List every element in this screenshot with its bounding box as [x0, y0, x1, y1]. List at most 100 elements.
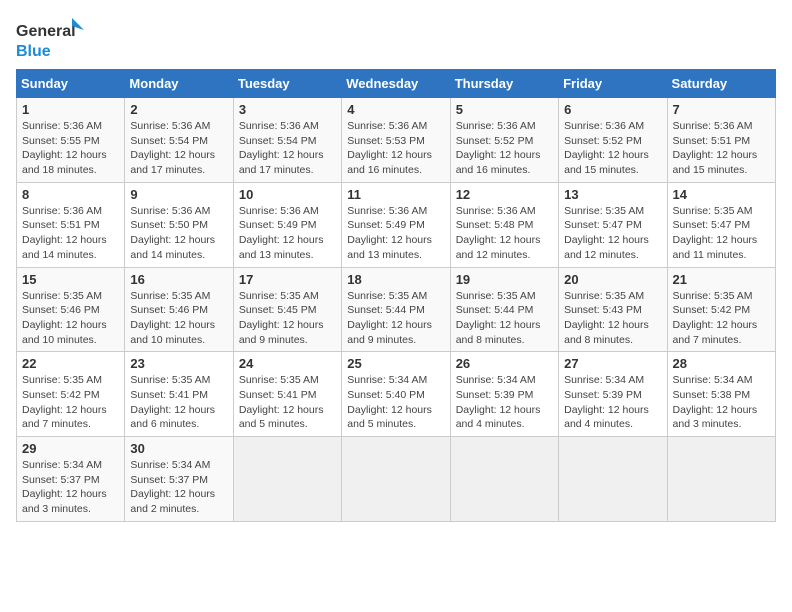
day-detail: Sunrise: 5:36 AM Sunset: 5:54 PM Dayligh… — [239, 119, 336, 178]
day-detail: Sunrise: 5:35 AM Sunset: 5:44 PM Dayligh… — [456, 289, 553, 348]
week-row-5: 29 Sunrise: 5:34 AM Sunset: 5:37 PM Dayli… — [17, 437, 776, 522]
calendar-cell: 7Sunrise: 5:36 AM Sunset: 5:51 PM Daylig… — [667, 98, 775, 183]
day-number: 23 — [130, 356, 227, 371]
calendar-cell: 10 Sunrise: 5:36 AM Sunset: 5:49 PM Dayli… — [233, 182, 341, 267]
svg-text:General: General — [16, 23, 76, 40]
calendar-cell: 26 Sunrise: 5:34 AM Sunset: 5:39 PM Dayli… — [450, 352, 558, 437]
calendar-cell: 28 Sunrise: 5:34 AM Sunset: 5:38 PM Dayli… — [667, 352, 775, 437]
day-number: 13 — [564, 187, 661, 202]
day-detail: Sunrise: 5:35 AM Sunset: 5:41 PM Dayligh… — [239, 373, 336, 432]
calendar-cell: 22 Sunrise: 5:35 AM Sunset: 5:42 PM Dayli… — [17, 352, 125, 437]
calendar-cell: 12Sunrise: 5:36 AM Sunset: 5:48 PM Dayli… — [450, 182, 558, 267]
day-detail: Sunrise: 5:36 AM Sunset: 5:48 PM Dayligh… — [456, 204, 553, 263]
day-number: 26 — [456, 356, 553, 371]
day-detail: Sunrise: 5:36 AM Sunset: 5:51 PM Dayligh… — [22, 204, 119, 263]
day-detail: Sunrise: 5:35 AM Sunset: 5:41 PM Dayligh… — [130, 373, 227, 432]
calendar-cell: 5 Sunrise: 5:36 AM Sunset: 5:52 PM Daylig… — [450, 98, 558, 183]
calendar-cell: 11 Sunrise: 5:36 AM Sunset: 5:49 PM Dayli… — [342, 182, 450, 267]
day-detail: Sunrise: 5:36 AM Sunset: 5:52 PM Dayligh… — [564, 119, 661, 178]
calendar-cell: 29 Sunrise: 5:34 AM Sunset: 5:37 PM Dayli… — [17, 437, 125, 522]
day-detail: Sunrise: 5:34 AM Sunset: 5:39 PM Dayligh… — [456, 373, 553, 432]
day-number: 1 — [22, 102, 119, 117]
day-number: 10 — [239, 187, 336, 202]
svg-text:Blue: Blue — [16, 43, 51, 60]
calendar-cell: 20 Sunrise: 5:35 AM Sunset: 5:43 PM Dayli… — [559, 267, 667, 352]
week-row-3: 15Sunrise: 5:35 AM Sunset: 5:46 PM Dayli… — [17, 267, 776, 352]
logo: General Blue — [16, 16, 86, 61]
day-number: 8 — [22, 187, 119, 202]
day-number: 22 — [22, 356, 119, 371]
day-number: 27 — [564, 356, 661, 371]
calendar-cell: 13 Sunrise: 5:35 AM Sunset: 5:47 PM Dayli… — [559, 182, 667, 267]
day-detail: Sunrise: 5:35 AM Sunset: 5:47 PM Dayligh… — [564, 204, 661, 263]
calendar-cell — [342, 437, 450, 522]
week-row-4: 22 Sunrise: 5:35 AM Sunset: 5:42 PM Dayli… — [17, 352, 776, 437]
day-detail: Sunrise: 5:35 AM Sunset: 5:44 PM Dayligh… — [347, 289, 444, 348]
day-number: 21 — [673, 272, 770, 287]
day-detail: Sunrise: 5:35 AM Sunset: 5:43 PM Dayligh… — [564, 289, 661, 348]
day-number: 18 — [347, 272, 444, 287]
calendar-cell: 3 Sunrise: 5:36 AM Sunset: 5:54 PM Daylig… — [233, 98, 341, 183]
day-detail: Sunrise: 5:36 AM Sunset: 5:49 PM Dayligh… — [239, 204, 336, 263]
calendar-cell: 23 Sunrise: 5:35 AM Sunset: 5:41 PM Dayli… — [125, 352, 233, 437]
header-cell-friday: Friday — [559, 70, 667, 98]
calendar-cell: 24 Sunrise: 5:35 AM Sunset: 5:41 PM Dayli… — [233, 352, 341, 437]
calendar-cell: 17Sunrise: 5:35 AM Sunset: 5:45 PM Dayli… — [233, 267, 341, 352]
day-detail: Sunrise: 5:34 AM Sunset: 5:38 PM Dayligh… — [673, 373, 770, 432]
calendar-cell: 9Sunrise: 5:36 AM Sunset: 5:50 PM Daylig… — [125, 182, 233, 267]
day-number: 16 — [130, 272, 227, 287]
day-number: 25 — [347, 356, 444, 371]
day-number: 24 — [239, 356, 336, 371]
calendar-cell: 19 Sunrise: 5:35 AM Sunset: 5:44 PM Dayli… — [450, 267, 558, 352]
day-detail: Sunrise: 5:34 AM Sunset: 5:37 PM Dayligh… — [130, 458, 227, 517]
calendar-header: SundayMondayTuesdayWednesdayThursdayFrid… — [17, 70, 776, 98]
header-cell-thursday: Thursday — [450, 70, 558, 98]
header-cell-monday: Monday — [125, 70, 233, 98]
calendar-cell: 25 Sunrise: 5:34 AM Sunset: 5:40 PM Dayli… — [342, 352, 450, 437]
calendar-table: SundayMondayTuesdayWednesdayThursdayFrid… — [16, 69, 776, 522]
logo-svg: General Blue — [16, 16, 86, 61]
week-row-1: 1 Sunrise: 5:36 AM Sunset: 5:55 PM Daylig… — [17, 98, 776, 183]
header-cell-saturday: Saturday — [667, 70, 775, 98]
header-cell-tuesday: Tuesday — [233, 70, 341, 98]
header: General Blue — [16, 16, 776, 61]
day-detail: Sunrise: 5:36 AM Sunset: 5:51 PM Dayligh… — [673, 119, 770, 178]
calendar-cell: 15Sunrise: 5:35 AM Sunset: 5:46 PM Dayli… — [17, 267, 125, 352]
calendar-cell: 18 Sunrise: 5:35 AM Sunset: 5:44 PM Dayli… — [342, 267, 450, 352]
day-number: 5 — [456, 102, 553, 117]
day-number: 19 — [456, 272, 553, 287]
calendar-cell: 14Sunrise: 5:35 AM Sunset: 5:47 PM Dayli… — [667, 182, 775, 267]
day-number: 3 — [239, 102, 336, 117]
day-detail: Sunrise: 5:36 AM Sunset: 5:55 PM Dayligh… — [22, 119, 119, 178]
day-detail: Sunrise: 5:35 AM Sunset: 5:42 PM Dayligh… — [22, 373, 119, 432]
day-detail: Sunrise: 5:34 AM Sunset: 5:40 PM Dayligh… — [347, 373, 444, 432]
day-number: 30 — [130, 441, 227, 456]
day-detail: Sunrise: 5:36 AM Sunset: 5:50 PM Dayligh… — [130, 204, 227, 263]
calendar-cell: 2Sunrise: 5:36 AM Sunset: 5:54 PM Daylig… — [125, 98, 233, 183]
day-number: 28 — [673, 356, 770, 371]
header-cell-wednesday: Wednesday — [342, 70, 450, 98]
calendar-body: 1 Sunrise: 5:36 AM Sunset: 5:55 PM Daylig… — [17, 98, 776, 522]
day-number: 11 — [347, 187, 444, 202]
calendar-cell — [450, 437, 558, 522]
calendar-cell: 21 Sunrise: 5:35 AM Sunset: 5:42 PM Dayli… — [667, 267, 775, 352]
day-detail: Sunrise: 5:36 AM Sunset: 5:53 PM Dayligh… — [347, 119, 444, 178]
day-detail: Sunrise: 5:35 AM Sunset: 5:45 PM Dayligh… — [239, 289, 336, 348]
day-detail: Sunrise: 5:34 AM Sunset: 5:39 PM Dayligh… — [564, 373, 661, 432]
header-row: SundayMondayTuesdayWednesdayThursdayFrid… — [17, 70, 776, 98]
day-detail: Sunrise: 5:36 AM Sunset: 5:52 PM Dayligh… — [456, 119, 553, 178]
day-detail: Sunrise: 5:35 AM Sunset: 5:42 PM Dayligh… — [673, 289, 770, 348]
day-detail: Sunrise: 5:35 AM Sunset: 5:46 PM Dayligh… — [130, 289, 227, 348]
day-number: 29 — [22, 441, 119, 456]
day-detail: Sunrise: 5:36 AM Sunset: 5:54 PM Dayligh… — [130, 119, 227, 178]
day-detail: Sunrise: 5:34 AM Sunset: 5:37 PM Dayligh… — [22, 458, 119, 517]
day-detail: Sunrise: 5:36 AM Sunset: 5:49 PM Dayligh… — [347, 204, 444, 263]
day-detail: Sunrise: 5:35 AM Sunset: 5:46 PM Dayligh… — [22, 289, 119, 348]
day-number: 20 — [564, 272, 661, 287]
calendar-cell: 8 Sunrise: 5:36 AM Sunset: 5:51 PM Daylig… — [17, 182, 125, 267]
calendar-cell: 1 Sunrise: 5:36 AM Sunset: 5:55 PM Daylig… — [17, 98, 125, 183]
calendar-cell — [559, 437, 667, 522]
day-number: 4 — [347, 102, 444, 117]
calendar-cell: 27 Sunrise: 5:34 AM Sunset: 5:39 PM Dayli… — [559, 352, 667, 437]
calendar-cell — [667, 437, 775, 522]
